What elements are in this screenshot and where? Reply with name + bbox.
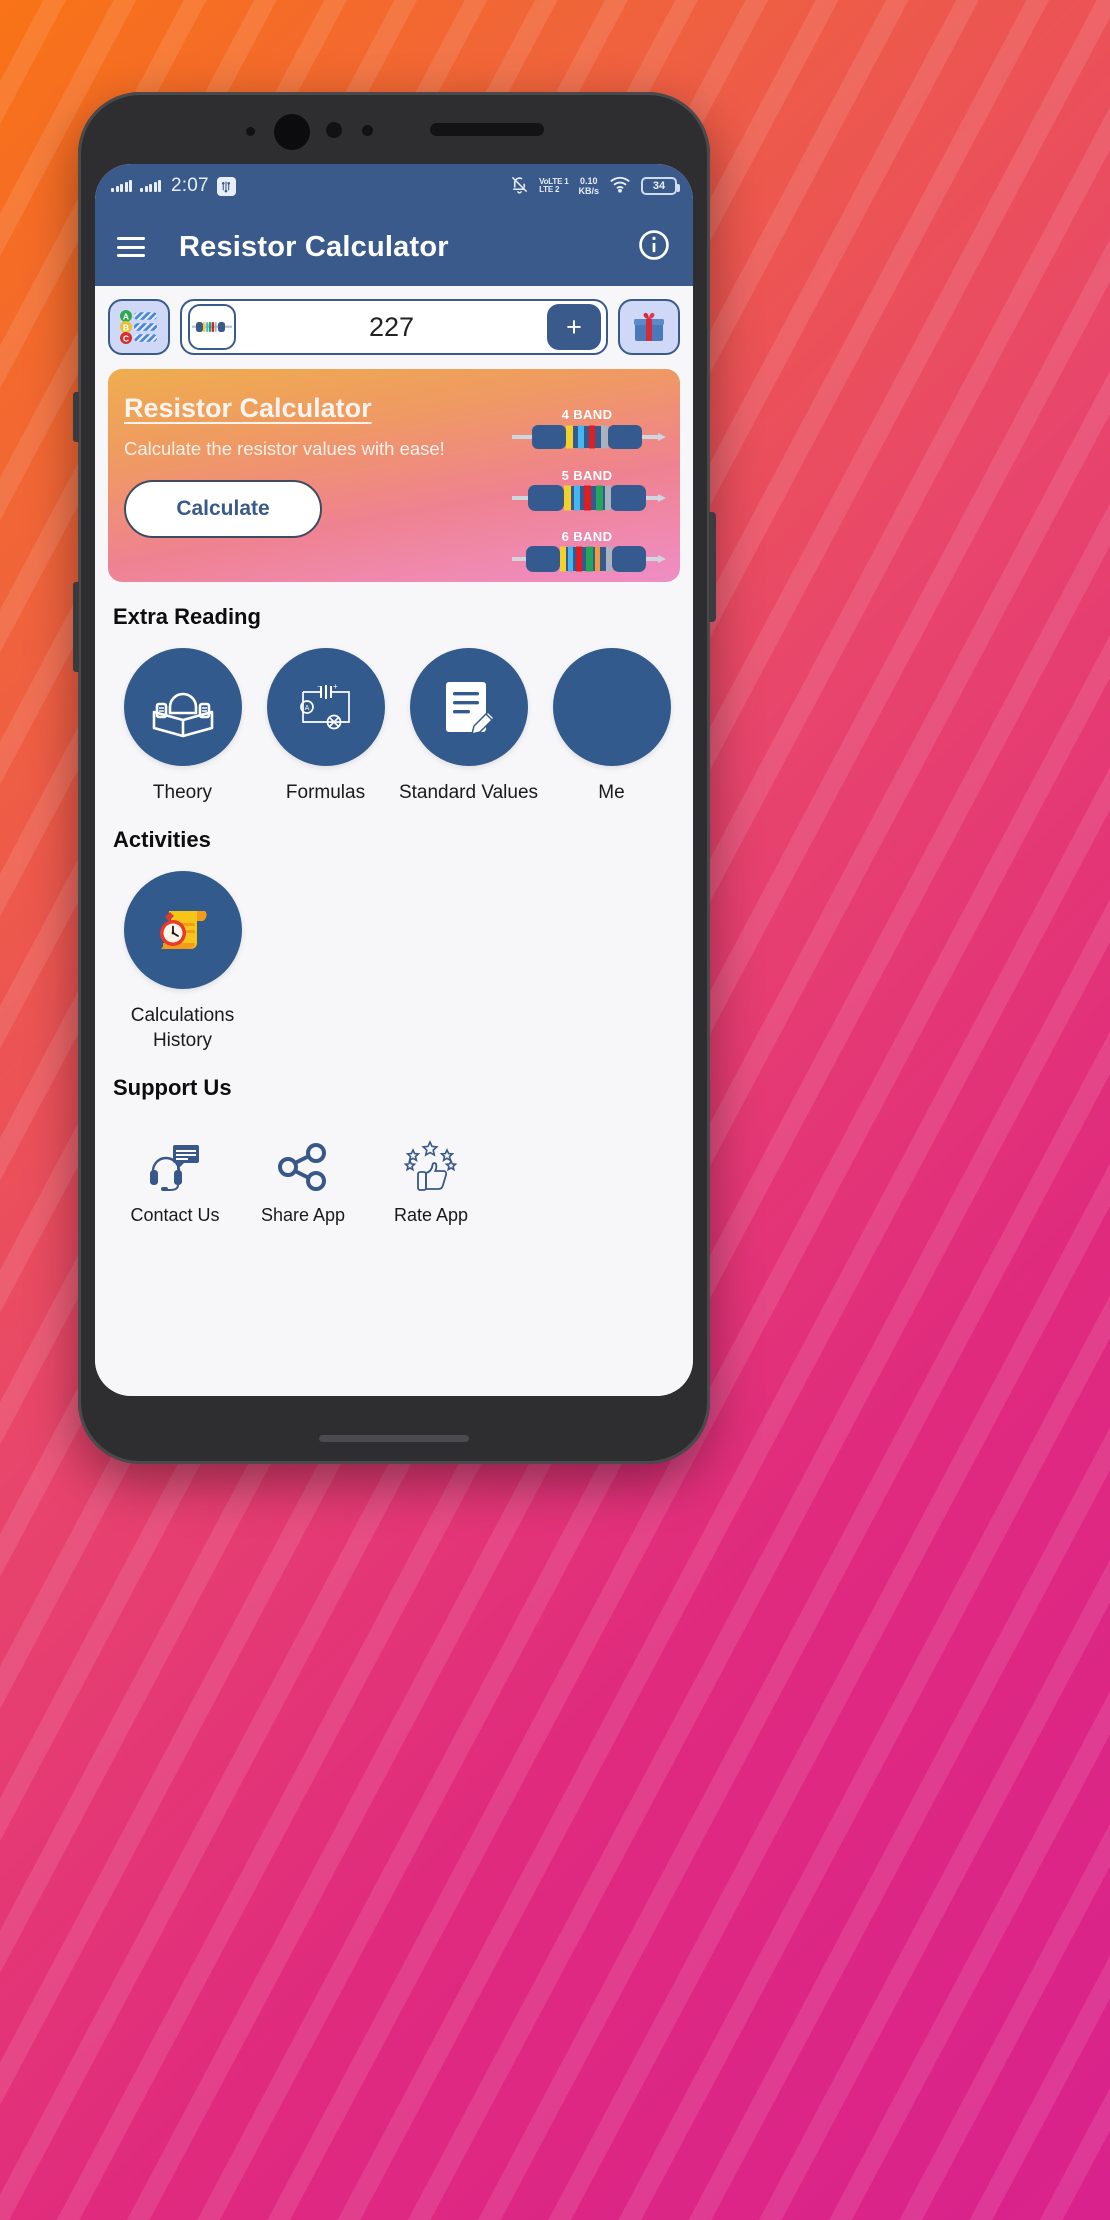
battery-level: 34	[652, 180, 666, 192]
svg-text:A: A	[304, 705, 309, 712]
svg-text:C: C	[123, 334, 129, 344]
support-label: Share App	[260, 1205, 346, 1225]
resistor-6band-icon	[512, 546, 666, 572]
resistor-5band-icon	[512, 485, 666, 511]
extra-reading-item-theory[interactable]: Theory	[111, 648, 254, 805]
add-button[interactable]: +	[547, 304, 601, 350]
banner-subtitle: Calculate the resistor values with ease!	[124, 438, 445, 459]
front-camera	[274, 114, 310, 150]
support-item-rate-app[interactable]: Rate App	[367, 1125, 495, 1226]
tile-label: Standard Values	[398, 782, 539, 803]
tile-label: Me	[598, 782, 625, 803]
thumbs-up-stars-icon	[367, 1125, 495, 1193]
resistor-6band: 6 BAND	[508, 529, 666, 582]
resistor-4band-icon	[512, 425, 666, 449]
value-toolbar: A B C 227 +	[95, 286, 693, 355]
volte-indicator: VoLTE 1 LTE 2	[539, 177, 569, 195]
calculate-button[interactable]: Calculate	[124, 480, 322, 538]
document-pencil-icon	[409, 648, 528, 766]
abc-list-icon[interactable]: A B C	[108, 299, 170, 355]
main-content: A B C 227 + Resistor Calculator Calculat…	[95, 286, 693, 1396]
phone-hardware-top	[78, 92, 710, 164]
activities-item-calculations-history[interactable]: Calculations History	[111, 871, 254, 1053]
extra-reading-item-formulas[interactable]: − + A Formulas	[254, 648, 397, 805]
support-label: Contact Us	[130, 1205, 220, 1225]
open-book-icon	[123, 648, 242, 766]
status-bar: 2:07 VoLTE 1 LTE 2 0.10 KB/s 34	[95, 164, 693, 208]
support-us-heading: Support Us	[113, 1075, 232, 1100]
phone-hardware-bottom	[78, 1396, 710, 1464]
tile-label: Calculations History	[130, 1005, 235, 1051]
svg-text:A: A	[123, 312, 129, 322]
support-item-share-app[interactable]: Share App	[239, 1125, 367, 1226]
nav-gesture-pill[interactable]	[319, 1435, 469, 1442]
resistor-icon[interactable]	[188, 304, 236, 350]
support-label: Rate App	[393, 1205, 469, 1225]
data-rate-value: 0.10	[579, 176, 598, 186]
extra-reading-row[interactable]: Theory − + A Formulas Standard Values Me	[95, 630, 693, 805]
activities-row[interactable]: Calculations History	[95, 853, 693, 1053]
phone-screen: 2:07 VoLTE 1 LTE 2 0.10 KB/s 34 Resistor…	[95, 164, 693, 1396]
headset-chat-icon	[111, 1125, 239, 1193]
extra-reading-item-standard-values[interactable]: Standard Values	[397, 648, 540, 805]
resistor-4band: 4 BAND	[508, 407, 666, 460]
circuit-diagram-icon: − + A	[266, 648, 385, 766]
wifi-icon	[609, 175, 631, 197]
signal-bars-icon	[111, 180, 132, 192]
page-title: Resistor Calculator	[179, 230, 449, 263]
share-nodes-icon	[239, 1125, 367, 1193]
tile-label: Theory	[152, 782, 213, 803]
extra-reading-item-partial[interactable]: Me	[540, 648, 683, 805]
promo-banner[interactable]: Resistor Calculator Calculate the resist…	[108, 369, 680, 582]
data-rate-indicator: 0.10 KB/s	[578, 176, 599, 196]
support-us-row: Contact Us Share App Rate App	[95, 1101, 693, 1226]
activities-heading: Activities	[113, 827, 211, 852]
app-bar: Resistor Calculator	[95, 208, 693, 286]
gift-box-icon[interactable]	[618, 299, 680, 355]
power-button[interactable]	[709, 512, 716, 622]
sensor-dot-2	[326, 122, 342, 138]
sensor-dot-3	[362, 125, 373, 136]
svg-text:−: −	[317, 684, 321, 691]
earpiece-speaker	[430, 123, 544, 136]
value-input-container[interactable]: 227 +	[180, 299, 608, 355]
svg-text:+: +	[333, 682, 338, 691]
status-clock: 2:07	[171, 175, 209, 196]
support-item-contact-us[interactable]: Contact Us	[111, 1125, 239, 1226]
battery-indicator: 34	[641, 177, 680, 195]
data-rate-unit: KB/s	[578, 186, 599, 196]
signal-bars-icon-2	[140, 180, 161, 192]
usb-debugging-icon	[216, 176, 236, 196]
svg-text:B: B	[123, 323, 129, 333]
info-icon[interactable]	[637, 228, 671, 267]
sensor-dot-1	[246, 127, 255, 136]
resistor-illustrations: 4 BAND 5 BAND 6 BAND	[508, 407, 666, 582]
hamburger-menu-icon[interactable]	[117, 237, 145, 257]
extra-reading-heading: Extra Reading	[113, 604, 261, 629]
phone-frame: 2:07 VoLTE 1 LTE 2 0.10 KB/s 34 Resistor…	[73, 92, 716, 1464]
status-bar-right: VoLTE 1 LTE 2 0.10 KB/s 34	[510, 175, 680, 198]
tile-label: Formulas	[285, 782, 366, 803]
partial-icon	[552, 648, 671, 766]
resistance-value[interactable]: 227	[236, 312, 547, 343]
bell-mute-icon	[510, 175, 529, 198]
volte-line-2: LTE 2	[539, 185, 560, 194]
scroll-clock-icon	[123, 871, 242, 989]
resistor-5band: 5 BAND	[508, 468, 666, 521]
